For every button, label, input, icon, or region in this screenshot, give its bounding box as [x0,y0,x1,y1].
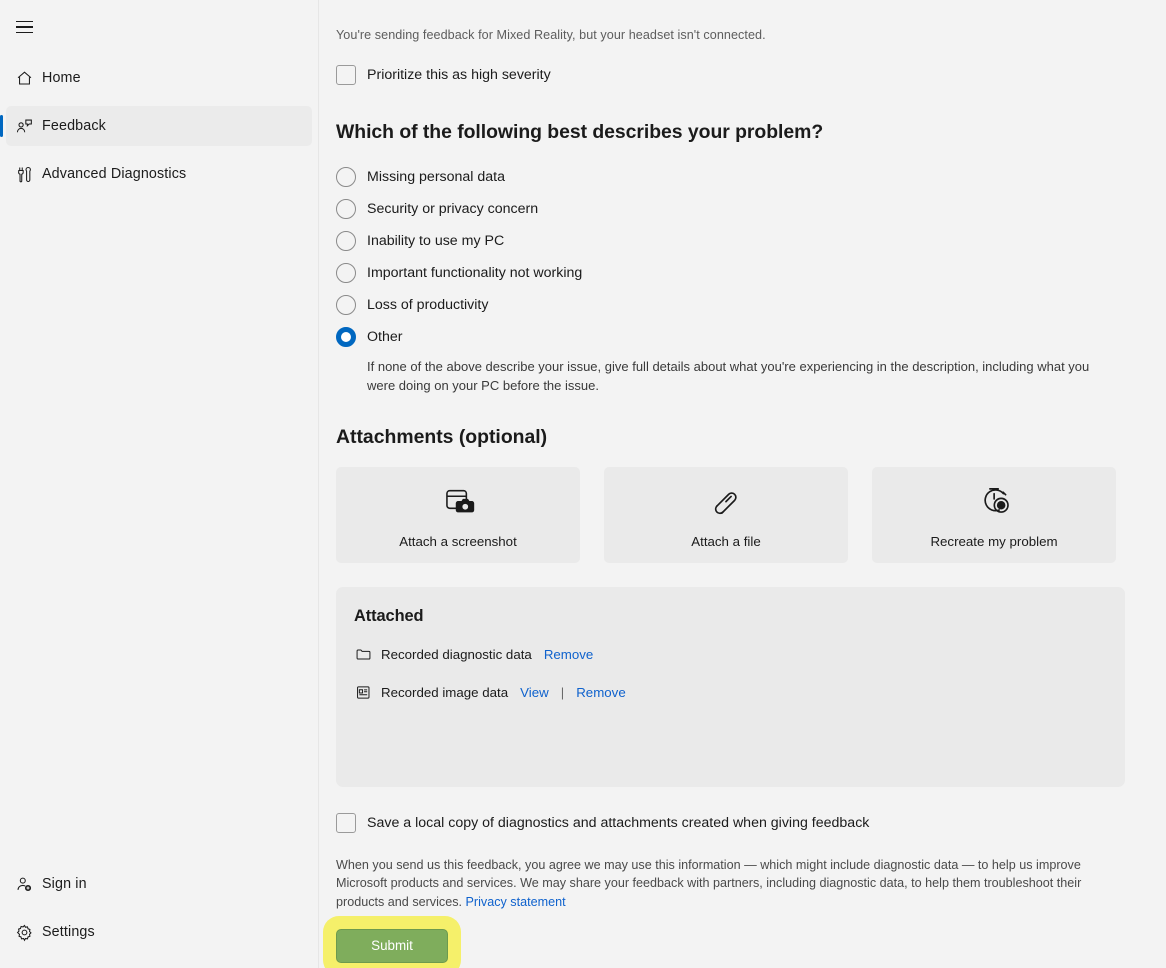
high-severity-label: Prioritize this as high severity [367,67,551,83]
radio-label: Other [367,329,403,345]
save-local-copy-checkbox[interactable] [336,812,356,833]
radio-button[interactable] [336,231,356,251]
attach-screenshot-button[interactable]: Attach a screenshot [336,466,580,563]
screenshot-camera-icon [440,481,477,523]
radio-button[interactable] [336,167,356,187]
problem-radio-group: Missing personal data Security or privac… [336,161,1125,396]
radio-option-loss-of-productivity[interactable]: Loss of productivity [336,289,1125,321]
radio-label: Loss of productivity [367,297,489,313]
submit-button[interactable]: Submit [336,928,448,963]
attached-panel: Attached Recorded diagnostic data Remove [336,586,1125,787]
attach-file-label: Attach a file [691,533,761,549]
attached-item-recorded-image-data: Recorded image data View | Remove [354,684,1125,702]
person-add-icon [14,874,34,894]
remove-link[interactable]: Remove [576,685,626,700]
problem-section-title: Which of the following best describes yo… [336,121,824,143]
radio-label: Inability to use my PC [367,233,505,249]
radio-label: Important functionality not working [367,265,583,281]
radio-option-other[interactable]: Other [336,321,1125,353]
gear-icon [14,922,34,942]
save-local-copy-label: Save a local copy of diagnostics and att… [367,814,870,831]
remove-link[interactable]: Remove [544,647,594,662]
other-option-help-text: If none of the above describe your issue… [367,359,1090,393]
attached-item-name: Recorded diagnostic data [381,647,532,663]
radio-option-missing-personal-data[interactable]: Missing personal data [336,161,1125,193]
hamburger-menu-button[interactable] [2,8,46,46]
attach-screenshot-label: Attach a screenshot [399,533,517,549]
hamburger-icon-bar [15,31,33,34]
sidebar-item-advanced-diagnostics[interactable]: Advanced Diagnostics [6,154,312,194]
sidebar-item-label: Settings [42,924,95,940]
sidebar: Home Feedback Advanced Diagnostics Sign … [0,0,319,968]
stopwatch-record-icon [976,481,1013,523]
feedback-hub-window: Home Feedback Advanced Diagnostics Sign … [0,0,1166,968]
home-icon [14,68,34,88]
paperclip-icon [708,481,745,523]
image-file-icon [354,684,372,702]
tools-icon [14,164,34,184]
legal-disclaimer: When you send us this feedback, you agre… [336,856,1125,912]
sidebar-item-label: Sign in [42,876,87,892]
radio-option-important-functionality-not-working[interactable]: Important functionality not working [336,257,1125,289]
attached-item-name: Recorded image data [381,685,509,701]
sidebar-item-label: Feedback [42,118,106,134]
legal-text: When you send us this feedback, you agre… [336,857,1082,909]
radio-option-inability-to-use-my-pc[interactable]: Inability to use my PC [336,225,1125,257]
privacy-statement-link[interactable]: Privacy statement [466,895,566,909]
sidebar-nav-list: Home Feedback Advanced Diagnostics [0,58,318,202]
radio-label: Missing personal data [367,169,506,185]
hamburger-icon-bar [15,26,33,28]
hamburger-icon-bar [15,20,33,23]
radio-button[interactable] [336,199,356,219]
submit-area: Submit [323,915,461,968]
radio-button[interactable] [336,295,356,315]
attached-title: Attached [354,606,424,625]
attachments-section-title: Attachments (optional) [336,425,548,448]
attachment-actions: Attach a screenshot Attach a file Recrea… [336,466,1125,563]
sidebar-item-label: Advanced Diagnostics [42,166,187,182]
high-severity-checkbox-row[interactable]: Prioritize this as high severity [336,65,1125,85]
save-local-copy-checkbox-row[interactable]: Save a local copy of diagnostics and att… [336,812,1125,833]
sidebar-item-settings[interactable]: Settings [6,912,312,952]
radio-button[interactable] [336,263,356,283]
sidebar-item-sign-in[interactable]: Sign in [6,864,312,904]
headset-notice: You're sending feedback for Mixed Realit… [336,28,766,42]
recreate-problem-button[interactable]: Recreate my problem [872,466,1116,563]
recreate-problem-label: Recreate my problem [930,533,1058,549]
sidebar-item-label: Home [42,70,81,86]
feedback-icon [14,116,34,136]
sidebar-item-home[interactable]: Home [6,58,312,98]
radio-option-security-or-privacy-concern[interactable]: Security or privacy concern [336,193,1125,225]
radio-label: Security or privacy concern [367,201,539,217]
sidebar-bottom-list: Sign in Settings [0,864,318,960]
feedback-form: You're sending feedback for Mixed Realit… [319,0,1166,968]
view-link[interactable]: View [520,685,549,700]
high-severity-checkbox[interactable] [336,65,356,85]
attach-file-button[interactable]: Attach a file [604,466,848,563]
sidebar-item-feedback[interactable]: Feedback [0,106,312,146]
radio-button-selected[interactable] [336,327,356,347]
attached-item-recorded-diagnostic-data: Recorded diagnostic data Remove [354,646,1125,664]
link-separator: | [560,685,565,701]
folder-icon [354,646,372,664]
